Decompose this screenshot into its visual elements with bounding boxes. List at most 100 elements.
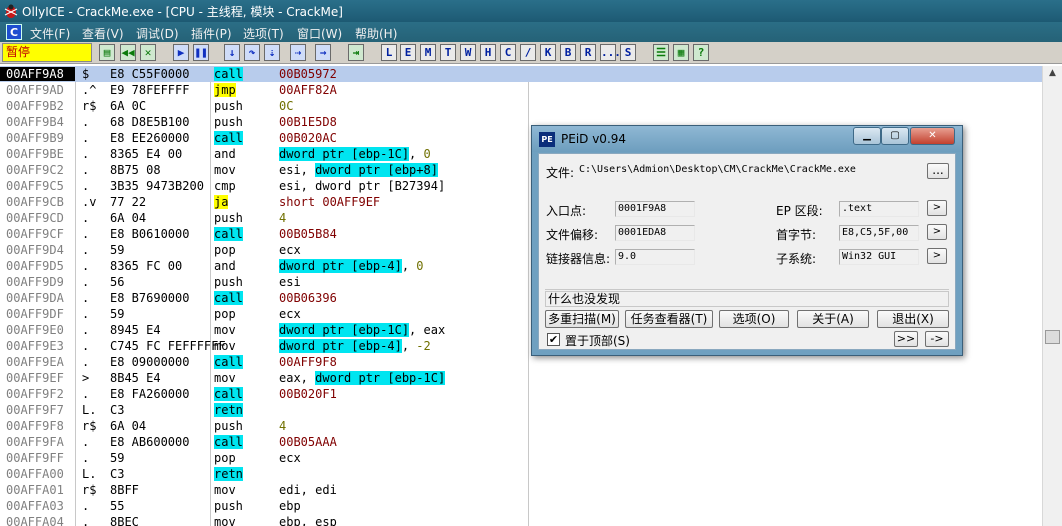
menu-debug[interactable]: 调试(D) xyxy=(136,25,179,42)
minimize-icon[interactable]: ▁ xyxy=(853,127,881,145)
stay-on-top-checkbox[interactable]: ✔ xyxy=(547,333,560,346)
peid-title: PEiD v0.94 xyxy=(561,132,627,146)
first-bytes-field[interactable]: E8,C5,5F,00 xyxy=(839,225,919,241)
subsystem-arrow-button[interactable]: > xyxy=(927,248,947,264)
threads-button[interactable]: T xyxy=(440,44,456,61)
mnemonic-cell: retn xyxy=(214,403,243,417)
ep-section-field[interactable]: .text xyxy=(839,201,919,217)
entry-point-field[interactable]: 0001F9A8 xyxy=(615,201,695,217)
disasm-row[interactable]: 00AFF9B2 r$ 6A 0C push 0C xyxy=(0,98,1042,114)
hex-dump-cell: E8 09000000 xyxy=(110,355,190,369)
disasm-row[interactable]: 00AFF9FF. 59 pop ecx xyxy=(0,450,1042,466)
arrow-button[interactable]: -> xyxy=(925,331,949,347)
scan-result-field: 什么也没发现 xyxy=(545,291,949,307)
subsystem-field[interactable]: Win32 GUI xyxy=(839,249,919,265)
help-icon[interactable]: ? xyxy=(693,44,709,61)
address-cell: 00AFF9CD xyxy=(6,211,64,225)
run-icon[interactable]: ▶ xyxy=(173,44,189,61)
call-stack-button[interactable]: K xyxy=(540,44,556,61)
disasm-row[interactable]: 00AFF9EA. E8 09000000 call 00AFF9F8 xyxy=(0,354,1042,370)
peid-title-bar[interactable]: PE PEiD v0.94 ▁ ▢ ✕ xyxy=(532,126,962,152)
patches-button[interactable]: / xyxy=(520,44,536,61)
operand-cell: 4 xyxy=(279,419,286,433)
operand-part: , xyxy=(409,147,424,161)
options-button[interactable]: 选项(O) xyxy=(719,310,789,328)
about-button[interactable]: 关于(A) xyxy=(797,310,869,328)
run-trace-button[interactable]: ... xyxy=(600,44,621,61)
execute-till-return-icon[interactable]: → xyxy=(315,44,331,61)
exit-button[interactable]: 退出(X) xyxy=(877,310,949,328)
scroll-thumb[interactable] xyxy=(1045,330,1060,344)
pause-icon[interactable]: ❚❚ xyxy=(193,44,209,61)
mnemonic-cell: push xyxy=(214,499,243,513)
handles-button[interactable]: H xyxy=(480,44,496,61)
disasm-row[interactable]: 00AFF9F2. E8 FA260000 call 00B020F1 xyxy=(0,386,1042,402)
entry-point-label: 入口点: xyxy=(546,204,587,218)
references-button[interactable]: R xyxy=(580,44,596,61)
modules-button[interactable]: E xyxy=(400,44,416,61)
memory-button[interactable]: M xyxy=(420,44,436,61)
vertical-scrollbar[interactable]: ▲ xyxy=(1042,66,1062,526)
browse-button[interactable]: ... xyxy=(927,163,949,179)
mnemonic-cell: call xyxy=(214,387,243,401)
hex-dump-cell: 6A 04 xyxy=(110,211,147,225)
forward-button[interactable]: >> xyxy=(894,331,918,347)
disasm-row[interactable]: 00AFF9A8 $ E8 C55F0000 call 00B05972 xyxy=(0,66,1042,82)
cpu-window-icon[interactable]: C xyxy=(6,24,22,40)
file-path-field[interactable]: C:\Users\Admion\Desktop\CM\CrackMe\Crack… xyxy=(577,163,913,179)
trace-into-icon[interactable]: ⇣ xyxy=(264,44,280,61)
operand-cell: 00AFF9F8 xyxy=(279,355,337,369)
close-icon[interactable]: ✕ xyxy=(910,127,955,145)
disasm-row[interactable]: 00AFF9F7 L. C3 retn xyxy=(0,402,1042,418)
multi-scan-button[interactable]: 多重扫描(M) xyxy=(545,310,619,328)
menu-window[interactable]: 窗口(W) xyxy=(297,25,342,42)
disasm-row[interactable]: 00AFF9F8 r$ 6A 04 push 4 xyxy=(0,418,1042,434)
step-over-icon[interactable]: ↷ xyxy=(244,44,260,61)
menu-help[interactable]: 帮助(H) xyxy=(355,25,397,42)
breakpoints-button[interactable]: B xyxy=(560,44,576,61)
trace-over-icon[interactable]: ⇢ xyxy=(290,44,306,61)
linker-info-field[interactable]: 9.0 xyxy=(615,249,695,265)
file-offset-label: 文件偏移: xyxy=(546,228,599,242)
menu-file[interactable]: 文件(F) xyxy=(30,25,70,42)
operand-part: 00B020AC xyxy=(279,131,337,145)
operand-cell: esi xyxy=(279,275,301,289)
hex-dump-cell: E8 EE260000 xyxy=(110,131,190,145)
disasm-row[interactable]: 00AFF9EF >8B45 E4 mov eax, dword ptr [ebp-1… xyxy=(0,370,1042,386)
ep-section-label: EP 区段: xyxy=(776,204,823,218)
goto-icon[interactable]: ⇥ xyxy=(348,44,364,61)
disasm-row[interactable]: 00AFFA01 r$ 8BFF mov edi, edi xyxy=(0,482,1042,498)
operand-cell: dword ptr [ebp-4], 0 xyxy=(279,259,424,273)
mnemonic-cell: pop xyxy=(214,307,236,321)
cpu-button[interactable]: C xyxy=(500,44,516,61)
disasm-row[interactable]: 00AFFA03. 55 push ebp xyxy=(0,498,1042,514)
source-button[interactable]: S xyxy=(620,44,636,61)
open-icon[interactable]: ▤ xyxy=(99,44,115,61)
file-offset-field[interactable]: 0001EDA8 xyxy=(615,225,695,241)
menu-options[interactable]: 选项(T) xyxy=(243,25,284,42)
menu-bar: C 文件(F) 查看(V) 调试(D) 插件(P) 选项(T) 窗口(W) 帮助… xyxy=(0,22,1062,42)
operand-cell: 00B05AAA xyxy=(279,435,337,449)
task-viewer-button[interactable]: 任务查看器(T) xyxy=(625,310,713,328)
list-icon[interactable]: ☰ xyxy=(653,44,669,61)
scroll-up-icon[interactable]: ▲ xyxy=(1045,68,1060,82)
restart-icon[interactable]: ◀◀ xyxy=(120,44,136,61)
operand-cell: ecx xyxy=(279,243,301,257)
step-into-icon[interactable]: ↓ xyxy=(224,44,240,61)
disasm-row[interactable]: 00AFF9FA. E8 AB600000 call 00B05AAA xyxy=(0,434,1042,450)
menu-plugins[interactable]: 插件(P) xyxy=(191,25,232,42)
ep-section-arrow-button[interactable]: > xyxy=(927,200,947,216)
disasm-row[interactable]: 00AFFA04. 8BEC mov ebp, esp xyxy=(0,514,1042,526)
windows-button[interactable]: W xyxy=(460,44,476,61)
maximize-icon[interactable]: ▢ xyxy=(881,127,909,145)
disasm-row[interactable]: 00AFFA00 L. C3 retn xyxy=(0,466,1042,482)
options-grid-icon[interactable]: ▦ xyxy=(673,44,689,61)
log-window-button[interactable]: L xyxy=(381,44,397,61)
first-bytes-arrow-button[interactable]: > xyxy=(927,224,947,240)
disasm-row[interactable]: 00AFF9AD .^ E9 78FEFFFF jmp 00AFF82A xyxy=(0,82,1042,98)
address-cell: 00AFF9EF xyxy=(6,371,64,385)
menu-view[interactable]: 查看(V) xyxy=(82,25,124,42)
close-process-icon[interactable]: ✕ xyxy=(140,44,156,61)
flow-marker: r$ xyxy=(82,483,97,497)
address-cell: 00AFF9AD xyxy=(6,83,64,97)
